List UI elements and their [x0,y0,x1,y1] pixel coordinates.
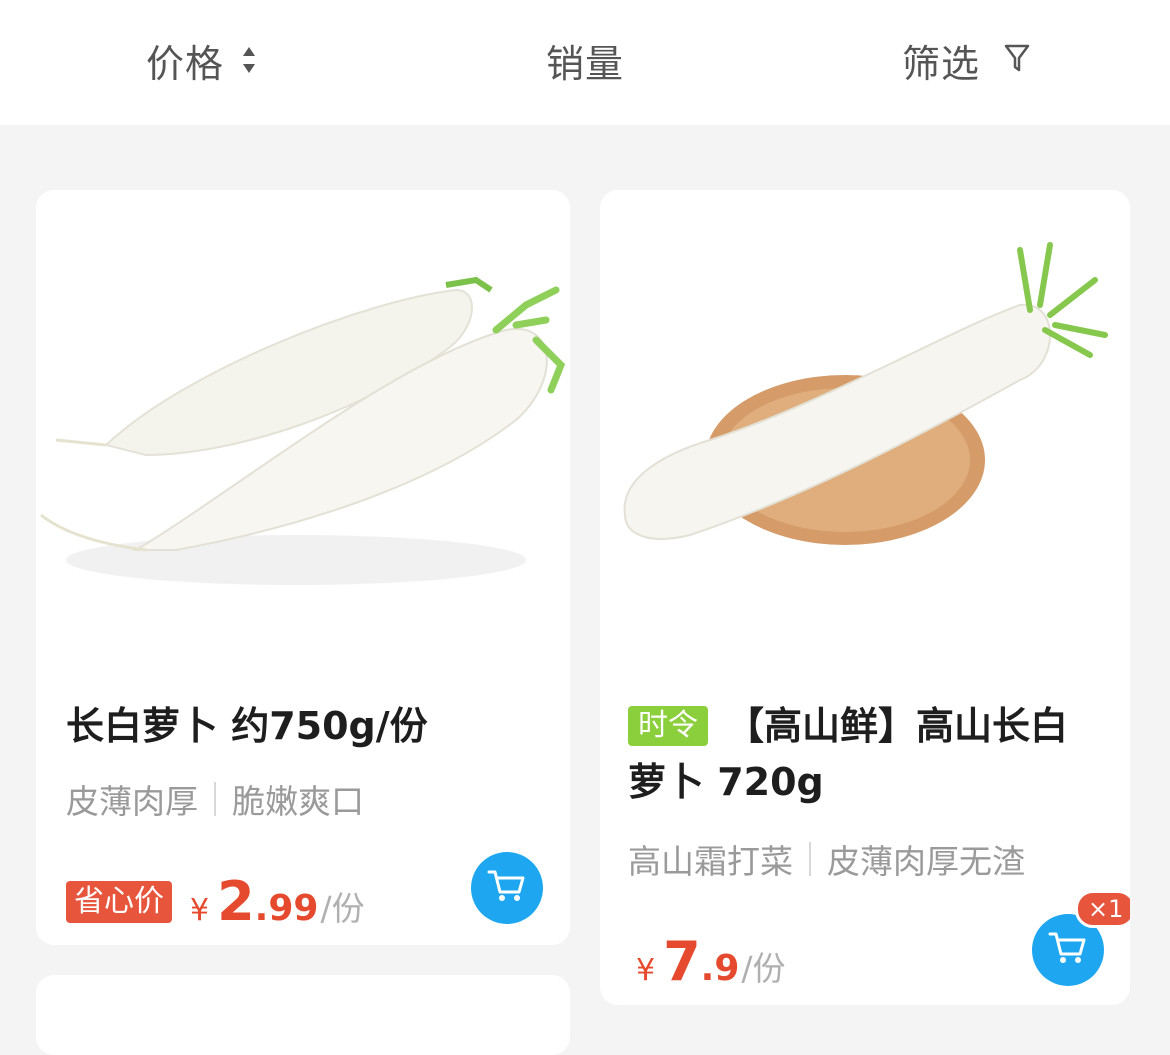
price-unit: /份 [320,889,365,928]
feature-divider [214,782,216,816]
filter-label: 筛选 [902,41,981,86]
cart-count-badge: ×1 [1075,890,1130,928]
filter-funnel-icon [1004,38,1030,82]
feature-divider [809,842,811,876]
seasonal-tag: 时令 [628,706,708,746]
price-row: 省心价 ¥ 2 .99 /份 [66,870,365,933]
cart-icon [487,868,527,908]
feature-text: 皮薄肉厚无渣 [827,842,1025,881]
sort-price-label: 价格 [146,41,225,86]
product-card[interactable]: 时令 【高山鲜】高山长白萝卜 720g 高山霜打菜 皮薄肉厚无渣 ¥ 7 .9 /… [600,190,1130,1005]
price-decimal: .99 [254,888,319,929]
filter-button[interactable]: 筛选 [902,30,1030,90]
feature-text: 皮薄肉厚 [66,782,198,821]
cart-icon [1048,930,1088,970]
product-image-radish[interactable] [36,190,570,670]
product-card-partial[interactable] [36,975,570,1055]
sort-arrows-icon [242,45,256,75]
product-features: 高山霜打菜 皮薄肉厚无渣 [628,835,1025,883]
product-title[interactable]: 时令 【高山鲜】高山长白萝卜 720g [628,698,1098,810]
save-price-badge: 省心价 [66,880,172,923]
price-unit: /份 [741,949,786,988]
price-row: ¥ 7 .9 /份 [636,930,786,993]
sort-by-sales-button[interactable]: 销量 [546,30,624,90]
sort-by-price-button[interactable]: 价格 [146,30,256,90]
product-image-radish-on-plate[interactable] [600,190,1130,670]
sort-sales-label: 销量 [546,41,625,86]
product-features: 皮薄肉厚 脆嫩爽口 [66,775,364,823]
price-integer: 2 [217,870,255,933]
currency-symbol: ¥ [190,893,210,928]
product-card[interactable]: 长白萝卜 约750g/份 皮薄肉厚 脆嫩爽口 省心价 ¥ 2 .99 /份 [36,190,570,945]
add-to-cart-button[interactable] [471,852,543,924]
feature-text: 高山霜打菜 [628,842,793,881]
feature-text: 脆嫩爽口 [232,782,364,821]
currency-symbol: ¥ [636,953,656,988]
product-title[interactable]: 长白萝卜 约750g/份 [66,698,546,754]
sort-bar: 价格 销量 筛选 [0,0,1170,125]
price-integer: 7 [663,930,701,993]
price-decimal: .9 [700,948,740,989]
